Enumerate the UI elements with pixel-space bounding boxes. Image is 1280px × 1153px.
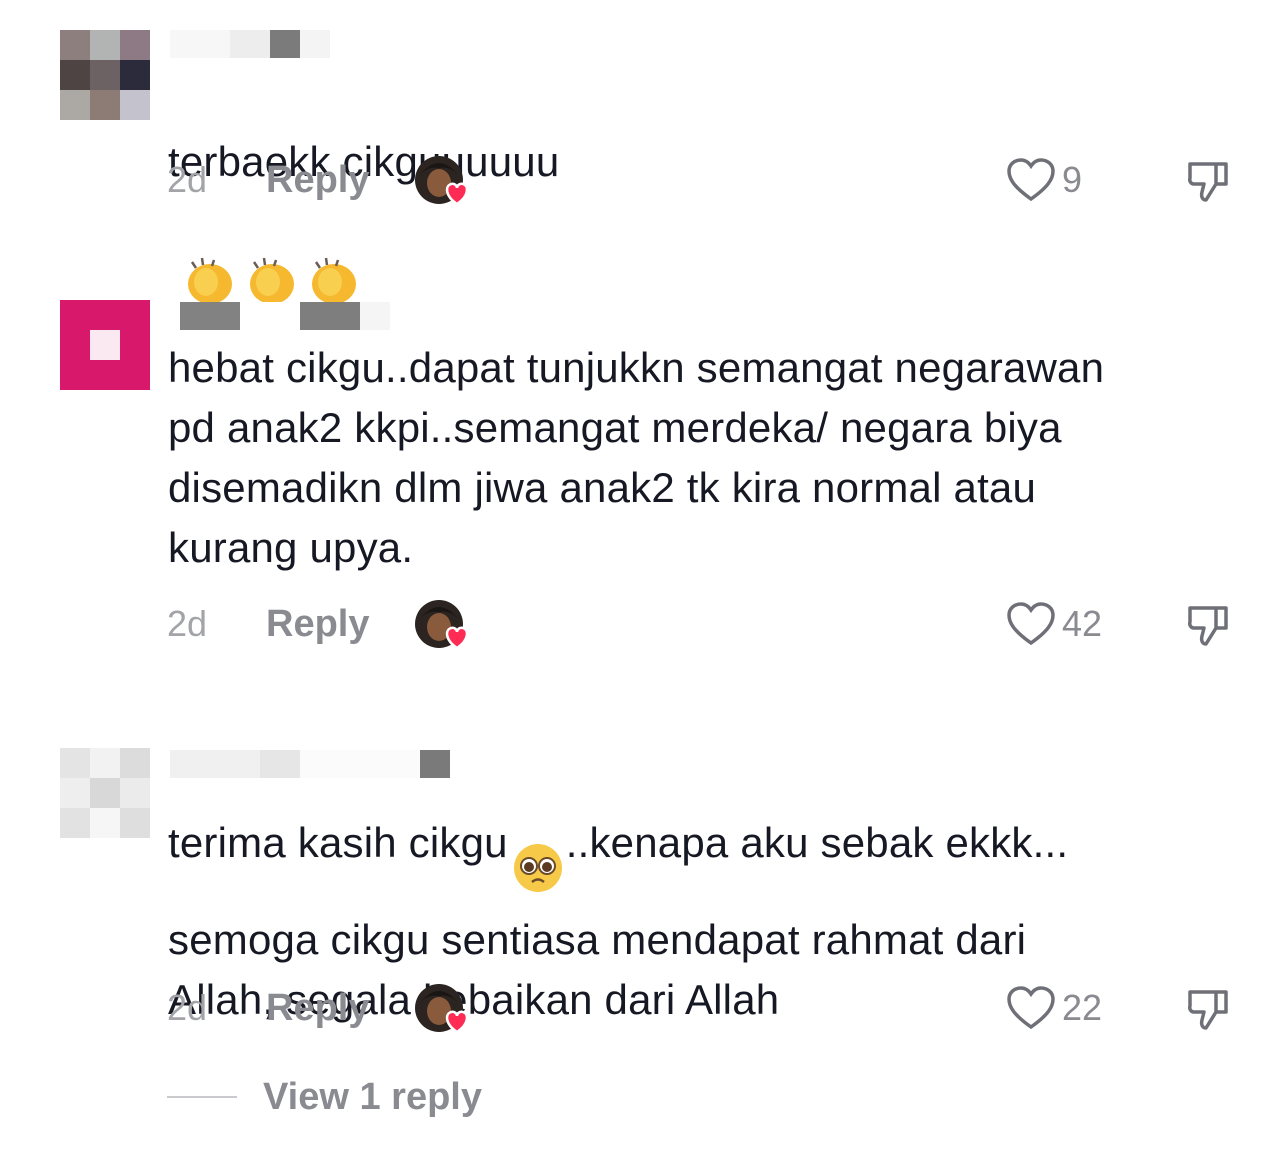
username-blurred[interactable] — [170, 30, 330, 58]
reply-button[interactable]: Reply — [266, 150, 369, 210]
pleading-face-icon — [512, 782, 564, 910]
comment-meta: 2d Reply 42 — [0, 594, 1280, 654]
view-replies-button[interactable]: View 1 reply — [167, 1072, 482, 1122]
dislike-icon[interactable] — [1186, 158, 1232, 209]
like-button[interactable]: 22 — [1006, 984, 1102, 1032]
heart-outline-icon — [1007, 986, 1055, 1030]
creator-liked-badge — [415, 600, 469, 650]
comment-meta: 2d Reply 9 — [0, 150, 1280, 210]
comment-date: 2d — [167, 603, 208, 644]
creator-liked-badge — [415, 156, 469, 206]
comment-text-part: terima kasih cikgu — [168, 819, 508, 867]
comment-meta: 2d Reply 22 — [0, 978, 1280, 1038]
dislike-icon[interactable] — [1186, 986, 1232, 1037]
comment-text: hebat cikgu..dapat tunjukkn semangat neg… — [168, 344, 1105, 571]
divider-line — [167, 1096, 237, 1098]
avatar[interactable] — [60, 748, 150, 838]
avatar[interactable] — [60, 30, 150, 120]
like-count: 42 — [1062, 603, 1103, 644]
username-blurred[interactable] — [170, 750, 450, 778]
dislike-icon[interactable] — [1186, 602, 1232, 653]
reply-button[interactable]: Reply — [266, 978, 369, 1038]
reply-button[interactable]: Reply — [266, 594, 369, 654]
comment-date: 2d — [167, 159, 208, 200]
like-count: 9 — [1062, 159, 1083, 200]
username-blurred[interactable] — [170, 302, 390, 330]
view-replies-label[interactable]: View 1 reply — [263, 1072, 482, 1122]
heart-outline-icon — [1007, 158, 1055, 202]
like-count: 22 — [1062, 987, 1103, 1028]
like-button[interactable]: 9 — [1006, 156, 1082, 204]
creator-liked-badge — [415, 984, 469, 1034]
heart-outline-icon — [1007, 602, 1055, 646]
avatar[interactable] — [60, 300, 150, 390]
like-button[interactable]: 42 — [1006, 600, 1102, 648]
comment-date: 2d — [167, 987, 208, 1028]
